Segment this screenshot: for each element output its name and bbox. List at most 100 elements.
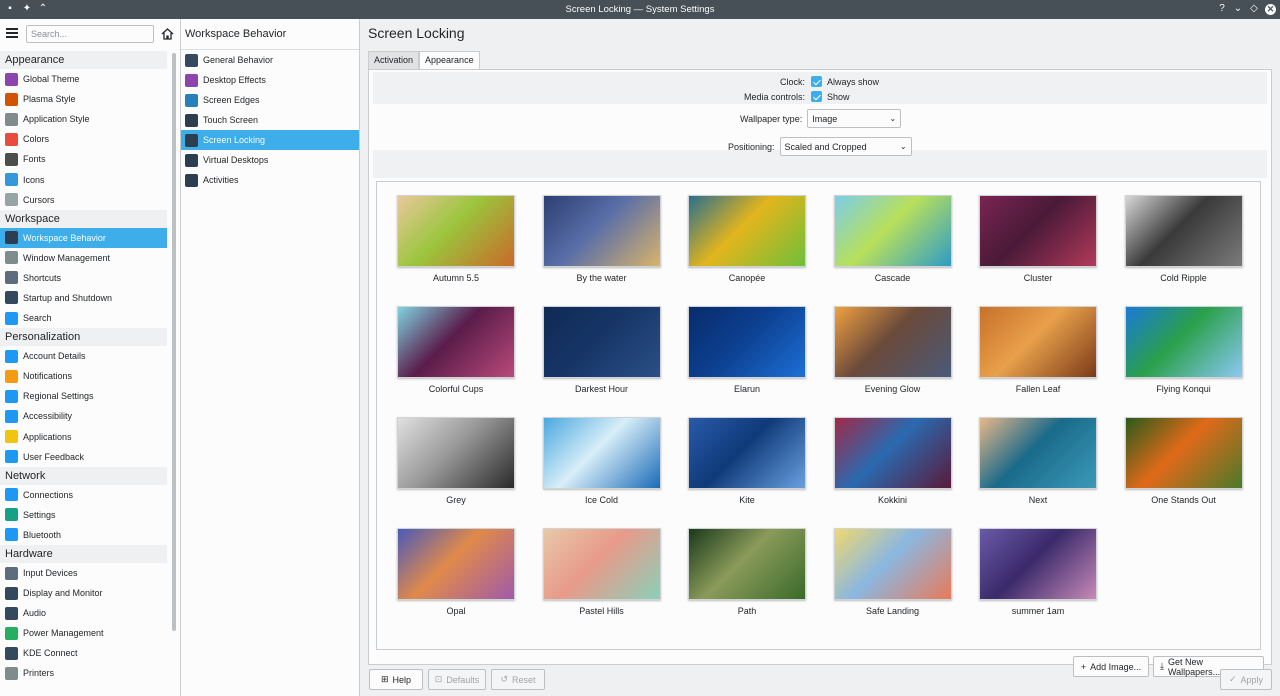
wallpaper-tile[interactable]: Grey [377,414,522,524]
wallpaper-tile[interactable]: Autumn 5.5 [377,192,522,302]
wallpaper-tile[interactable]: By the water [523,192,668,302]
sidebar-item-printers[interactable]: Printers [0,663,167,683]
wallpaper-thumbnail[interactable] [979,306,1097,378]
wallpaper-tile[interactable]: Next [959,414,1104,524]
subpanel-item-desktop-effects[interactable]: Desktop Effects [181,70,359,90]
sidebar-item-bluetooth[interactable]: Bluetooth [0,525,167,545]
subpanel-item-screen-locking[interactable]: Screen Locking [181,130,359,150]
sidebar-item-user-feedback[interactable]: User Feedback [0,447,167,467]
clock-value[interactable]: Always show [827,77,907,87]
sidebar-item-connections[interactable]: Connections [0,485,167,505]
wallpaper-thumbnail[interactable] [979,195,1097,267]
wallpaper-thumbnail[interactable] [1124,417,1243,489]
wallpaper-thumbnail[interactable] [979,528,1097,600]
wallpaper-thumbnail[interactable] [1124,195,1243,267]
wallpaper-thumbnail[interactable] [688,417,806,489]
positioning-combo[interactable]: Scaled and Cropped ⌄ [779,137,912,156]
search-input[interactable] [26,25,154,43]
close-button[interactable]: ✕ [1265,4,1276,15]
sidebar-item-cursors[interactable]: Cursors [0,190,167,210]
wallpaper-thumbnail[interactable] [542,417,661,489]
sidebar-item-startup-and-shutdown[interactable]: Startup and Shutdown [0,288,167,308]
sidebar-item-kde-connect[interactable]: KDE Connect [0,643,167,663]
add-image-button[interactable]: + Add Image... [1073,656,1149,677]
wallpaper-thumbnail[interactable] [542,195,661,267]
subpanel-item-screen-edges[interactable]: Screen Edges [181,90,359,110]
sidebar-item-window-management[interactable]: Window Management [0,248,167,268]
reset-button[interactable]: ↺ Reset [491,669,545,690]
wallpaper-tile[interactable]: Darkest Hour [523,303,668,413]
wallpaper-thumbnail[interactable] [397,195,515,267]
sidebar-item-shortcuts[interactable]: Shortcuts [0,268,167,288]
wallpaper-thumbnail[interactable] [397,417,515,489]
media-controls-value[interactable]: Show [827,92,907,102]
wallpaper-tile[interactable]: Flying Konqui [1105,303,1250,413]
wallpaper-tile[interactable]: Canopée [668,192,813,302]
wallpaper-thumbnail[interactable] [542,306,661,378]
help-button[interactable]: ⊞ Help [369,669,423,690]
wallpaper-tile[interactable]: Cold Ripple [1105,192,1250,302]
wallpaper-tile[interactable]: Elarun [668,303,813,413]
subpanel-item-virtual-desktops[interactable]: Virtual Desktops [181,150,359,170]
wallpaper-tile[interactable]: Cluster [959,192,1104,302]
sidebar-item-account-details[interactable]: Account Details [0,346,167,366]
sidebar-item-colors[interactable]: Colors [0,129,167,149]
wallpaper-tile[interactable]: Pastel Hills [523,525,668,635]
sidebar-item-fonts[interactable]: Fonts [0,149,167,169]
wallpaper-tile[interactable]: Safe Landing [814,525,959,635]
wallpaper-thumbnail[interactable] [833,306,952,378]
maximize-button[interactable]: ◇ [1247,2,1261,16]
wallpaper-tile[interactable]: Kokkini [814,414,959,524]
sidebar-item-workspace-behavior[interactable]: Workspace Behavior [0,227,167,248]
media-controls-checkbox[interactable] [811,91,822,102]
sidebar-item-icons[interactable]: Icons [0,169,167,189]
sidebar-scrollbar[interactable] [172,53,176,631]
sidebar-item-plasma-style[interactable]: Plasma Style [0,89,167,109]
wallpaper-thumbnail[interactable] [542,528,661,600]
sidebar-item-accessibility[interactable]: Accessibility [0,406,167,426]
wallpaper-thumbnail[interactable] [688,306,806,378]
wallpaper-tile[interactable]: Path [668,525,813,635]
wallpaper-tile[interactable]: Kite [668,414,813,524]
sidebar-item-notifications[interactable]: Notifications [0,366,167,386]
wallpaper-thumbnail[interactable] [688,528,806,600]
wallpaper-thumbnail[interactable] [397,528,515,600]
wallpaper-tile[interactable]: Evening Glow [814,303,959,413]
subpanel-item-touch-screen[interactable]: Touch Screen [181,110,359,130]
wallpaper-tile[interactable]: One Stands Out [1105,414,1250,524]
help-window-button[interactable]: ? [1215,2,1229,16]
apply-button[interactable]: ✓ Apply [1220,669,1272,690]
wallpaper-type-combo[interactable]: Image ⌄ [807,109,902,128]
subpanel-item-general-behavior[interactable]: General Behavior [181,50,359,70]
defaults-button[interactable]: ⊡ Defaults [428,669,486,690]
wallpaper-thumbnail[interactable] [833,417,952,489]
clock-checkbox[interactable] [811,76,822,87]
wallpaper-thumbnail[interactable] [688,195,806,267]
sidebar-item-application-style[interactable]: Application Style [0,109,167,129]
sidebar-item-settings[interactable]: Settings [0,505,167,525]
wallpaper-tile[interactable]: Cascade [814,192,959,302]
sidebar-item-display-and-monitor[interactable]: Display and Monitor [0,583,167,603]
wallpaper-thumbnail[interactable] [833,528,952,600]
subpanel-item-activities[interactable]: Activities [181,170,359,190]
sidebar-item-input-devices[interactable]: Input Devices [0,563,167,583]
wallpaper-tile[interactable]: Ice Cold [523,414,668,524]
wallpaper-thumbnail[interactable] [1124,306,1243,378]
wallpaper-tile[interactable]: Colorful Cups [377,303,522,413]
minimize-button[interactable]: ⌄ [1231,2,1245,16]
sidebar-item-regional-settings[interactable]: Regional Settings [0,386,167,406]
home-icon[interactable] [161,28,174,40]
sidebar-item-audio[interactable]: Audio [0,603,167,623]
wallpaper-tile[interactable]: Opal [377,525,522,635]
hamburger-menu-icon[interactable] [6,28,18,38]
sidebar-item-power-management[interactable]: Power Management [0,623,167,643]
wallpaper-thumbnail[interactable] [979,417,1097,489]
wallpaper-tile[interactable]: summer 1am [959,525,1104,635]
sidebar-item-search[interactable]: Search [0,308,167,328]
wallpaper-thumbnail[interactable] [833,195,952,267]
tab-activation[interactable]: Activation [368,51,420,69]
sidebar-item-global-theme[interactable]: Global Theme [0,69,167,89]
wallpaper-thumbnail[interactable] [397,306,515,378]
sidebar-item-applications[interactable]: Applications [0,427,167,447]
tab-appearance[interactable]: Appearance [419,51,480,70]
